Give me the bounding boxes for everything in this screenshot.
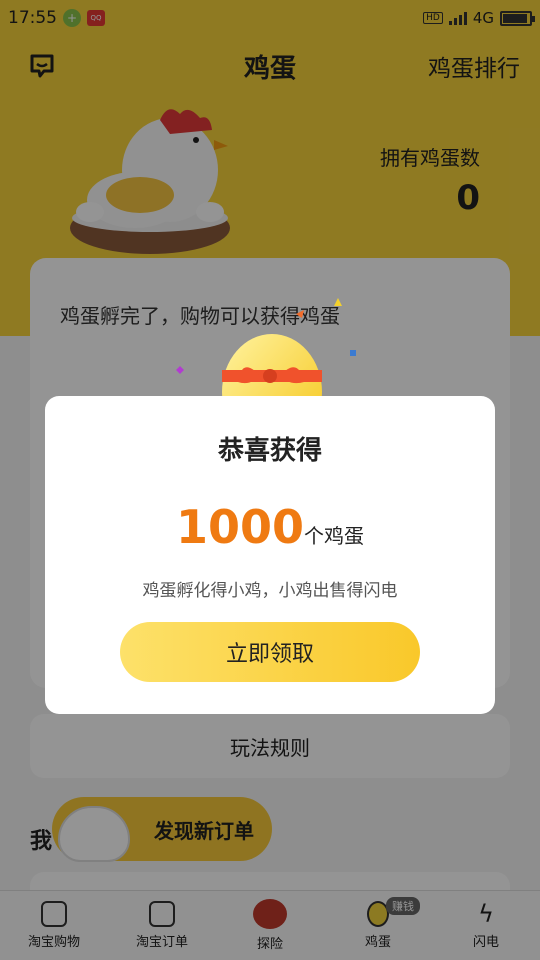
claim-button[interactable]: 立即领取: [120, 622, 420, 682]
confetti-piece: [296, 310, 304, 318]
confetti-piece: [176, 366, 184, 374]
reward-amount: 1000: [175, 500, 305, 554]
confetti-piece: [334, 298, 342, 306]
reward-description: 鸡蛋孵化得小鸡，小鸡出售得闪电: [142, 581, 398, 601]
confetti-piece: [350, 350, 356, 356]
modal-title: 恭喜获得: [217, 436, 322, 466]
reward-line: 1000个鸡蛋: [45, 500, 495, 554]
reward-modal: 恭喜获得 1000个鸡蛋 鸡蛋孵化得小鸡，小鸡出售得闪电 立即领取: [45, 396, 495, 714]
reward-unit: 个鸡蛋: [304, 524, 365, 548]
